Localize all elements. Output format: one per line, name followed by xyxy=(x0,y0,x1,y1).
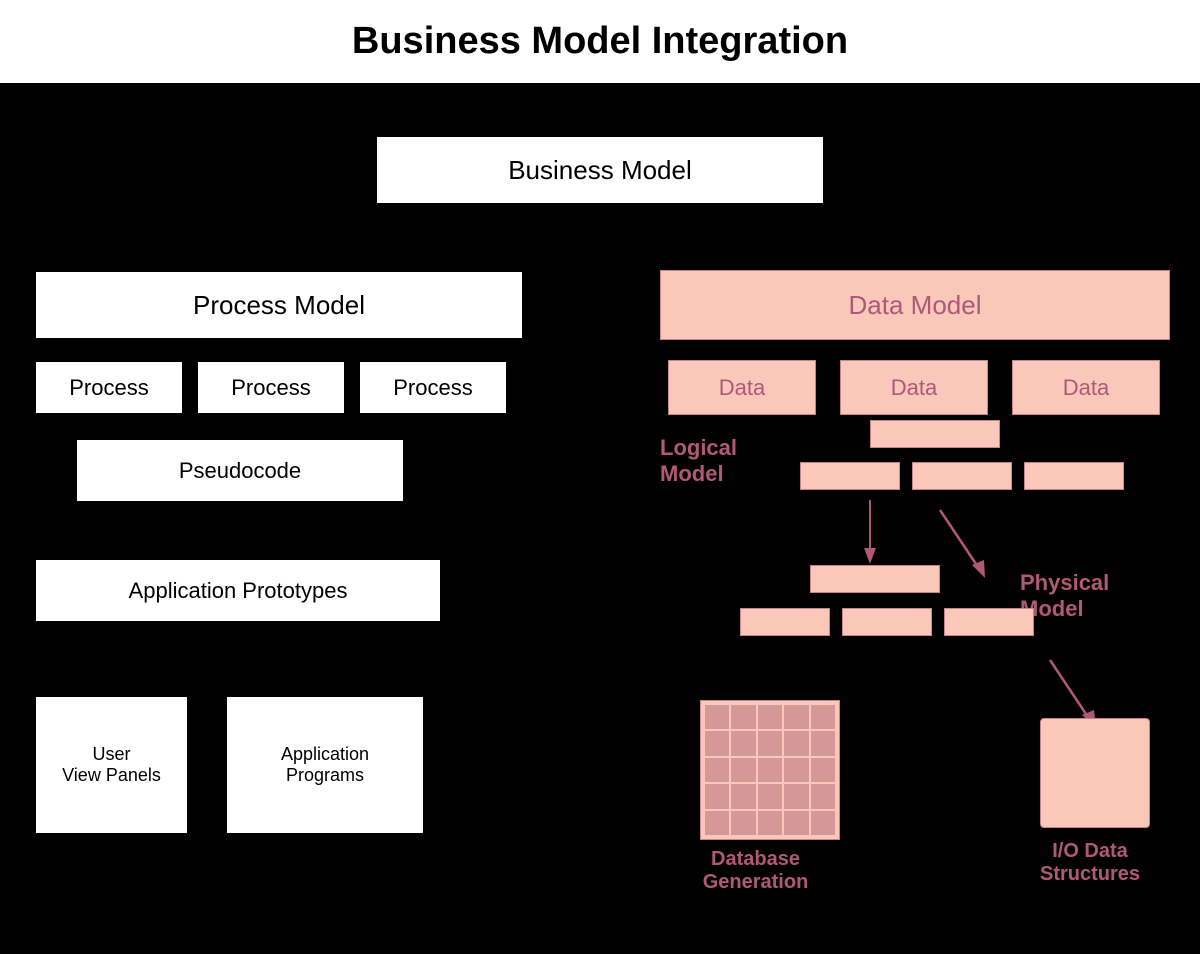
logical-row2-box1 xyxy=(800,462,900,490)
application-programs-label: ApplicationPrograms xyxy=(225,845,425,887)
requirements-document-label: RequirementsDocument xyxy=(475,390,585,640)
process-model-box: Process Model xyxy=(34,270,524,340)
logical-model-label: LogicalModel xyxy=(660,435,737,487)
user-view-panels-box: UserView Panels xyxy=(34,695,189,835)
database-generation-label: Database Generation xyxy=(668,848,843,894)
database-grid-box xyxy=(700,700,840,840)
logical-row2-box2 xyxy=(912,462,1012,490)
application-prototypes-box: Application Prototypes xyxy=(34,558,442,623)
pseudocode-box: Pseudocode xyxy=(75,438,405,503)
data-box-2: Data xyxy=(840,360,988,415)
data-box-1: Data xyxy=(668,360,816,415)
application-programs-box: ApplicationPrograms xyxy=(225,695,425,835)
process-box-2: Process xyxy=(196,360,346,415)
data-box-3: Data xyxy=(1012,360,1160,415)
physical-row2-box2 xyxy=(842,608,932,636)
physical-row2-box3 xyxy=(944,608,1034,636)
logical-row1-box1 xyxy=(870,420,1000,448)
logical-row2-box3 xyxy=(1024,462,1124,490)
physical-row2-box1 xyxy=(740,608,830,636)
business-model-box: Business Model xyxy=(375,135,825,205)
diagram-container: Business Model Integration xyxy=(0,0,1200,954)
physical-row1-box1 xyxy=(810,565,940,593)
io-data-structures-label: I/O Data Structures xyxy=(1020,840,1160,886)
io-data-box xyxy=(1040,718,1150,828)
user-view-panels-label: UserView Panels xyxy=(34,845,189,887)
data-model-box: Data Model xyxy=(660,270,1170,340)
page-title: Business Model Integration xyxy=(352,20,848,63)
process-box-1: Process xyxy=(34,360,184,415)
